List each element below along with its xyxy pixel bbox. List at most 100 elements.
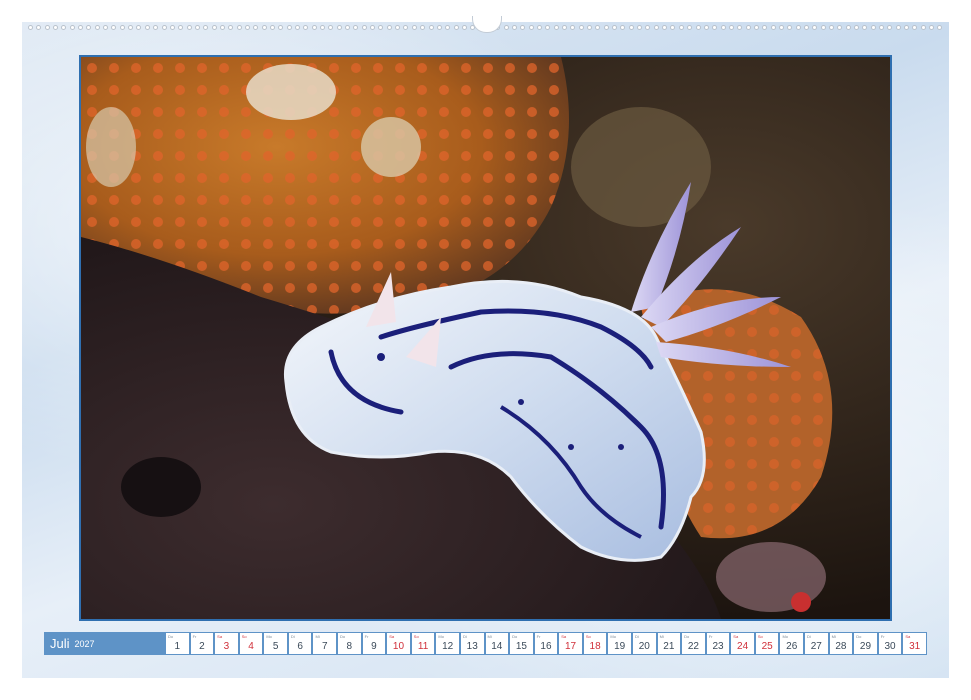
weekday-label: Do — [168, 634, 174, 639]
binding-hole — [128, 24, 134, 30]
day-number: 28 — [835, 641, 847, 652]
binding-hole — [219, 24, 225, 30]
day-number: 26 — [786, 641, 798, 652]
day-cell: Mi 7 — [313, 633, 337, 654]
day-number: 18 — [589, 641, 601, 652]
binding-hole — [645, 24, 651, 30]
day-number: 13 — [466, 641, 478, 652]
weekday-label: Mo — [438, 634, 444, 639]
day-cell: Do 8 — [338, 633, 361, 654]
binding-hole — [44, 24, 50, 30]
binding-hole — [587, 24, 593, 30]
binding-hole — [670, 24, 676, 30]
binding-hole — [411, 24, 417, 30]
binding-hole — [862, 24, 868, 30]
day-number: 2 — [199, 641, 205, 652]
binding-hole — [311, 24, 317, 30]
day-number: 17 — [564, 641, 577, 652]
binding-hole — [895, 24, 901, 30]
binding-hole — [203, 24, 209, 30]
binding-hole — [929, 24, 935, 30]
photo-illustration — [81, 57, 890, 619]
binding-hole — [453, 24, 459, 30]
year-label: 2027 — [74, 638, 95, 649]
day-cell: Mi 28 — [829, 633, 853, 654]
binding-hole — [420, 24, 426, 30]
weekday-label: Sa — [733, 634, 739, 639]
day-cell: Fr 2 — [190, 633, 214, 654]
day-number: 30 — [884, 641, 896, 652]
weekday-label: Mo — [610, 634, 616, 639]
weekday-label: Mi — [659, 634, 664, 639]
day-cell: Fr 9 — [362, 633, 386, 654]
binding-hole — [286, 24, 292, 30]
binding-hole — [69, 24, 75, 30]
day-number: 19 — [614, 641, 626, 652]
binding-hole — [228, 24, 234, 30]
binding-hole — [78, 24, 84, 30]
binding-hole — [703, 24, 709, 30]
day-number: 3 — [223, 641, 230, 652]
day-number: 11 — [417, 641, 429, 652]
binding-hole — [778, 24, 784, 30]
binding-hole — [345, 24, 351, 30]
binding-hole — [111, 24, 117, 30]
day-cell: So 18 — [583, 633, 607, 654]
binding-hole — [361, 24, 367, 30]
binding-hole — [854, 24, 860, 30]
binding-hole — [244, 24, 250, 30]
binding-hole — [520, 24, 526, 30]
day-cell: Do 29 — [854, 633, 877, 654]
day-cell: Sa 3 — [215, 633, 238, 654]
binding-hole — [353, 24, 359, 30]
binding-hole — [436, 24, 442, 30]
day-cell: Mo 19 — [608, 633, 631, 654]
binding-hole — [336, 24, 342, 30]
weekday-label: Do — [856, 634, 862, 639]
day-number: 14 — [491, 641, 503, 652]
binding-hole — [144, 24, 150, 30]
day-number: 22 — [687, 641, 699, 652]
weekday-label: Fr — [536, 634, 541, 639]
month-label: Juli 2027 — [44, 632, 166, 655]
binding-hole — [153, 24, 159, 30]
binding-hole — [119, 24, 125, 30]
day-cell: Fr 23 — [706, 633, 730, 654]
binding-hole — [378, 24, 384, 30]
weekday-label: Di — [462, 634, 467, 639]
binding-hole — [445, 24, 451, 30]
binding-hole — [136, 24, 142, 30]
day-cell: Sa 17 — [559, 633, 582, 654]
day-number: 27 — [810, 641, 822, 652]
day-number: 15 — [515, 641, 527, 652]
weekday-label: Do — [684, 634, 690, 639]
weekday-label: Mo — [782, 634, 789, 639]
weekday-label: Sa — [561, 634, 567, 639]
day-number: 12 — [442, 641, 454, 652]
binding-hole — [762, 24, 768, 30]
weekday-label: Di — [290, 634, 295, 639]
binding-hole — [770, 24, 776, 30]
day-cell: Do 1 — [166, 633, 189, 654]
binding-hole — [570, 24, 576, 30]
weekday-label: Di — [807, 634, 811, 639]
binding-hole — [803, 24, 809, 30]
binding-hole — [28, 24, 33, 30]
binding-hole — [94, 24, 100, 30]
binding-hole — [820, 24, 826, 30]
binding-hole — [370, 24, 376, 30]
weekday-label: So — [413, 634, 419, 639]
binding-hole — [169, 24, 175, 30]
binding-hole — [637, 24, 643, 30]
day-number: 21 — [663, 641, 675, 652]
binding-hole — [461, 24, 467, 30]
binding-hole — [36, 24, 42, 30]
binding-hole — [653, 24, 659, 30]
binding-hole — [870, 24, 876, 30]
binding-hole — [662, 24, 668, 30]
day-cell: Di 13 — [460, 633, 484, 654]
weekday-label: Sa — [389, 634, 395, 639]
day-cell: Do 15 — [510, 633, 533, 654]
binding-hole — [678, 24, 684, 30]
binding-hole — [386, 24, 392, 30]
